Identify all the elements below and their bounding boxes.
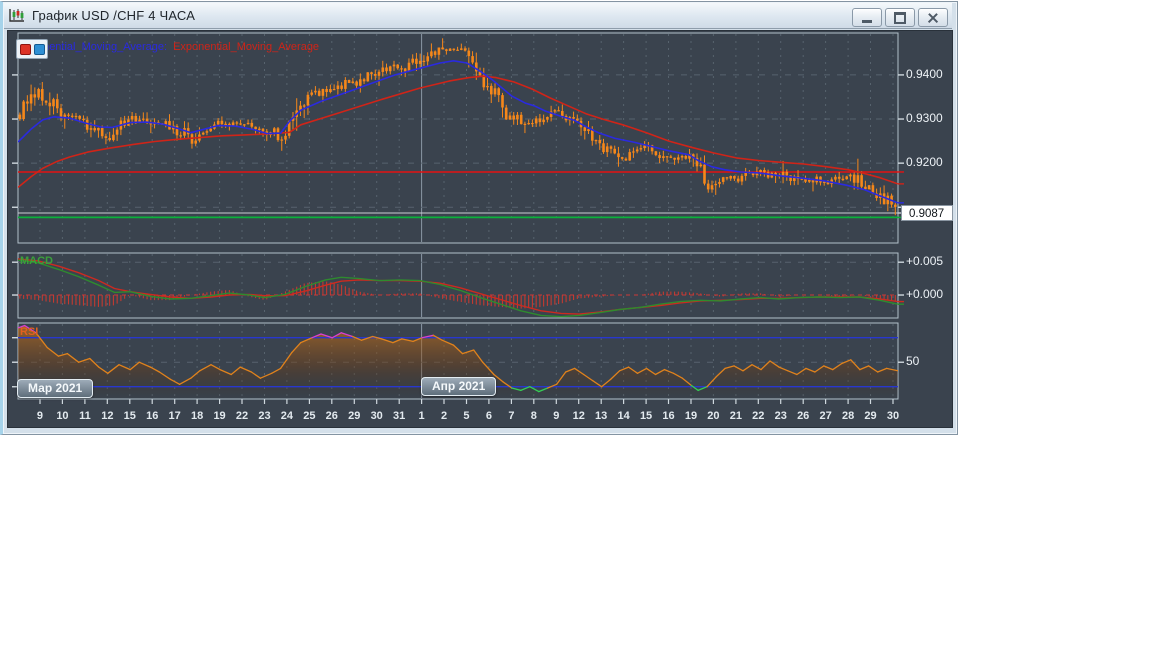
date-label: 19 <box>684 410 698 422</box>
date-label: 2 <box>440 410 448 422</box>
date-label: 23 <box>774 410 787 422</box>
date-label: 24 <box>280 410 294 422</box>
date-label: 7 <box>508 410 515 422</box>
date-label: 15 <box>639 410 653 422</box>
date-label: 9 <box>36 410 44 422</box>
date-label: 12 <box>572 410 585 422</box>
current-price-badge: 0.9087 <box>901 205 953 221</box>
date-label: 22 <box>752 410 765 422</box>
date-label: 1 <box>418 410 425 422</box>
price-axis-label: 0.9200 <box>906 155 943 170</box>
chart-canvas[interactable] <box>0 0 958 436</box>
date-label: 29 <box>864 410 877 422</box>
macd-axis-label: +0.000 <box>906 287 944 302</box>
date-label: 9 <box>553 410 560 422</box>
date-label: 20 <box>707 410 720 422</box>
date-label: 27 <box>819 410 832 422</box>
date-label: 28 <box>841 410 855 422</box>
date-label: 17 <box>168 410 181 422</box>
indicator-buttons <box>16 39 48 59</box>
date-label: 26 <box>325 410 338 422</box>
rsi-axis-label: 50 <box>906 354 920 369</box>
date-label: 16 <box>146 410 159 422</box>
date-label: 29 <box>348 410 361 422</box>
date-label: 18 <box>191 410 204 422</box>
macd-axis-label: +0.005 <box>906 254 944 269</box>
date-label: 23 <box>258 410 271 422</box>
date-label: 13 <box>595 410 608 422</box>
date-label: 6 <box>485 410 492 422</box>
date-label: 19 <box>213 410 226 422</box>
legend-ema-slow: Exponential_Moving_Average <box>173 41 320 53</box>
date-label: 8 <box>530 410 537 422</box>
date-label: 11 <box>79 410 91 422</box>
legend-separator: : <box>163 41 168 53</box>
date-label: 30 <box>886 410 900 422</box>
month-button-april[interactable]: Апр 2021 <box>421 377 497 396</box>
date-label: 10 <box>56 410 69 422</box>
rsi-panel-label: RSI <box>20 326 39 338</box>
date-label: 21 <box>729 410 742 422</box>
date-label: 16 <box>662 410 675 422</box>
date-label: 5 <box>463 410 470 422</box>
month-button-march[interactable]: Мар 2021 <box>17 379 94 398</box>
date-label: 22 <box>235 410 249 422</box>
date-label: 26 <box>797 410 810 422</box>
price-axis-label: 0.9400 <box>906 66 943 81</box>
screen: График USD /CHF 4 ЧАСА Exponential_Movin… <box>0 0 1152 648</box>
indicator-legend: Exponential_Moving_Average: Exponential_… <box>18 41 319 53</box>
date-label: 14 <box>617 410 630 422</box>
date-label: 31 <box>393 410 406 422</box>
blue-indicator-button[interactable] <box>33 43 45 55</box>
date-label: 25 <box>303 410 316 422</box>
red-indicator-button[interactable] <box>19 43 31 55</box>
macd-panel-label: MACD <box>20 255 53 267</box>
price-axis-label: 0.9300 <box>906 111 943 126</box>
date-label: 30 <box>370 410 383 422</box>
date-label: 12 <box>101 410 114 422</box>
date-label: 15 <box>123 410 136 422</box>
